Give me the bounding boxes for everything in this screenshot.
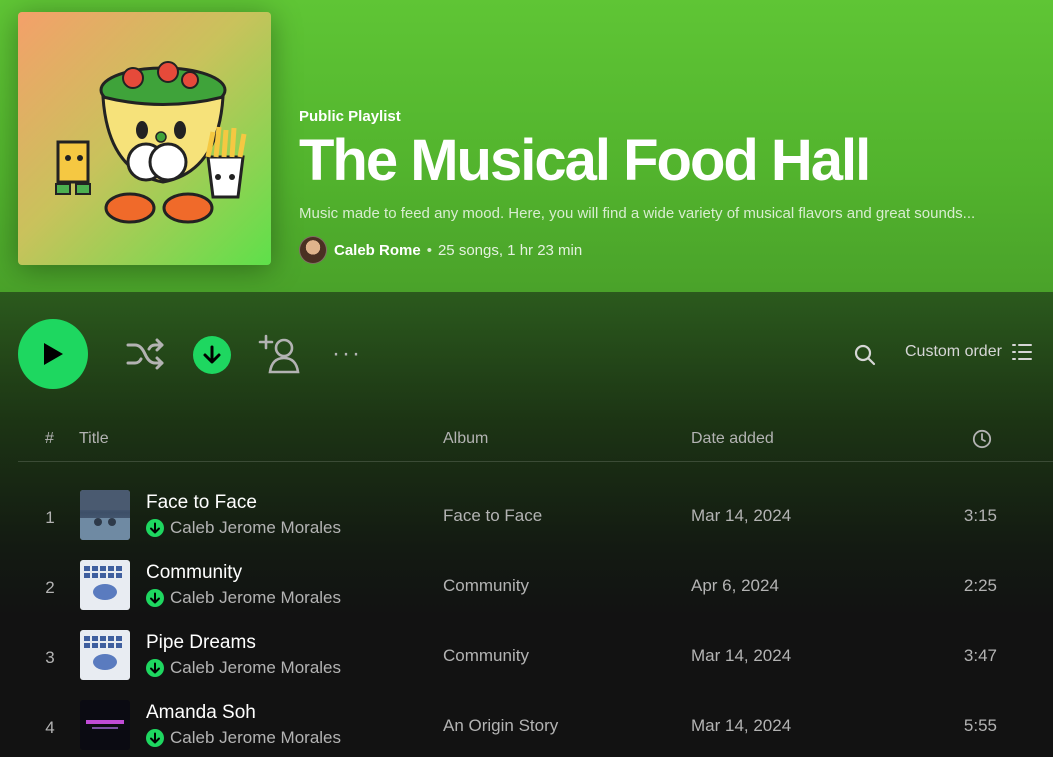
- face-to-face-art: [80, 490, 130, 540]
- download-button[interactable]: [193, 336, 231, 374]
- shuffle-icon: [126, 338, 164, 370]
- track-number: 1: [45, 508, 55, 527]
- track-artist[interactable]: Caleb Jerome Morales: [170, 728, 341, 748]
- track-artist[interactable]: Caleb Jerome Morales: [170, 658, 341, 678]
- tracklist-rows: 1 Face to Face Caleb Jerome Morales Face…: [0, 486, 1053, 757]
- track-artist-row: Caleb Jerome Morales: [146, 658, 341, 678]
- playlist-title[interactable]: The Musical Food Hall: [299, 129, 1039, 193]
- playlist-type-label: Public Playlist: [299, 108, 401, 125]
- owner-name-link[interactable]: Caleb Rome: [334, 242, 421, 259]
- playlist-description: Music made to feed any mood. Here, you w…: [299, 205, 976, 222]
- clock-icon: [972, 429, 992, 449]
- playlist-stats: 25 songs, 1 hr 23 min: [437, 241, 583, 259]
- meta-separator: •: [426, 241, 432, 259]
- track-album[interactable]: Face to Face: [443, 506, 542, 526]
- sort-order-label: Custom order: [905, 343, 1002, 360]
- column-duration-header[interactable]: [972, 429, 992, 454]
- column-album-header[interactable]: Album: [443, 430, 488, 448]
- downloaded-icon: [146, 589, 164, 607]
- search-icon: [854, 344, 876, 366]
- track-date-added: Mar 14, 2024: [691, 506, 792, 525]
- track-duration: 2:25: [963, 576, 997, 595]
- track-artist-row: Caleb Jerome Morales: [146, 518, 341, 538]
- tracklist-header: # Title Album Date added: [18, 423, 1053, 462]
- track-date-added: Mar 14, 2024: [691, 646, 792, 665]
- track-duration: 3:47: [963, 646, 997, 665]
- track-title[interactable]: Community: [146, 562, 242, 584]
- track-row[interactable]: 4 Amanda Soh Caleb Jerome Morales An Ori…: [0, 696, 1053, 757]
- track-number: 3: [45, 648, 55, 667]
- column-title-header[interactable]: Title: [79, 430, 109, 448]
- track-album-art: [80, 630, 130, 680]
- downloaded-icon: [146, 729, 164, 747]
- track-duration: 3:15: [963, 506, 997, 525]
- track-number: 2: [45, 578, 55, 597]
- salad-bowl-illustration: [55, 61, 247, 224]
- community-art: [84, 636, 122, 670]
- track-row[interactable]: 3 Pipe Dreams Caleb Jerome Morales Commu…: [0, 626, 1053, 696]
- track-artist-row: Caleb Jerome Morales: [146, 588, 341, 608]
- track-album[interactable]: An Origin Story: [443, 716, 558, 736]
- column-number-header: #: [45, 430, 54, 447]
- download-icon: [203, 345, 221, 364]
- shuffle-button[interactable]: [124, 334, 166, 374]
- track-date-added: Apr 6, 2024: [691, 576, 779, 595]
- track-row[interactable]: 1 Face to Face Caleb Jerome Morales Face…: [0, 486, 1053, 556]
- track-artist[interactable]: Caleb Jerome Morales: [170, 588, 341, 608]
- track-artist[interactable]: Caleb Jerome Morales: [170, 518, 341, 538]
- more-options-button[interactable]: ···: [328, 340, 366, 368]
- track-row[interactable]: 2 Community Caleb Jerome Morales Communi…: [0, 556, 1053, 626]
- track-number: 4: [45, 718, 55, 737]
- playlist-owner-row: Caleb Rome • 25 songs, 1 hr 23 min: [299, 236, 1039, 264]
- downloaded-icon: [146, 659, 164, 677]
- action-bar: ··· Custom order: [0, 292, 1053, 422]
- tracklist-section: ··· Custom order # Title Album Date adde…: [0, 292, 1053, 757]
- track-artist-row: Caleb Jerome Morales: [146, 728, 341, 748]
- track-album[interactable]: Community: [443, 646, 529, 666]
- list-icon: [1011, 344, 1032, 360]
- column-date-added-header[interactable]: Date added: [691, 430, 774, 448]
- track-duration: 5:55: [963, 716, 997, 735]
- play-button[interactable]: [18, 319, 88, 389]
- owner-avatar[interactable]: [299, 236, 327, 264]
- track-album-art: [80, 700, 130, 750]
- track-album[interactable]: Community: [443, 576, 529, 596]
- sort-order-button[interactable]: Custom order: [905, 343, 1032, 361]
- playlist-header: Public Playlist The Musical Food Hall Mu…: [0, 0, 1053, 292]
- track-title[interactable]: Amanda Soh: [146, 702, 256, 724]
- downloaded-icon: [146, 519, 164, 537]
- track-title[interactable]: Pipe Dreams: [146, 632, 256, 654]
- track-date-added: Mar 14, 2024: [691, 716, 792, 735]
- track-title[interactable]: Face to Face: [146, 492, 257, 514]
- add-user-icon: [258, 334, 300, 374]
- an-origin-story-art: [86, 720, 124, 729]
- community-art: [84, 566, 122, 600]
- playlist-cover-image[interactable]: [18, 12, 271, 265]
- track-album-art: [80, 490, 130, 540]
- playlist-meta: Public Playlist The Musical Food Hall Mu…: [299, 108, 1039, 264]
- track-album-art: [80, 560, 130, 610]
- play-icon: [44, 343, 63, 365]
- search-button[interactable]: [850, 340, 880, 370]
- invite-collaborator-button[interactable]: [258, 332, 302, 376]
